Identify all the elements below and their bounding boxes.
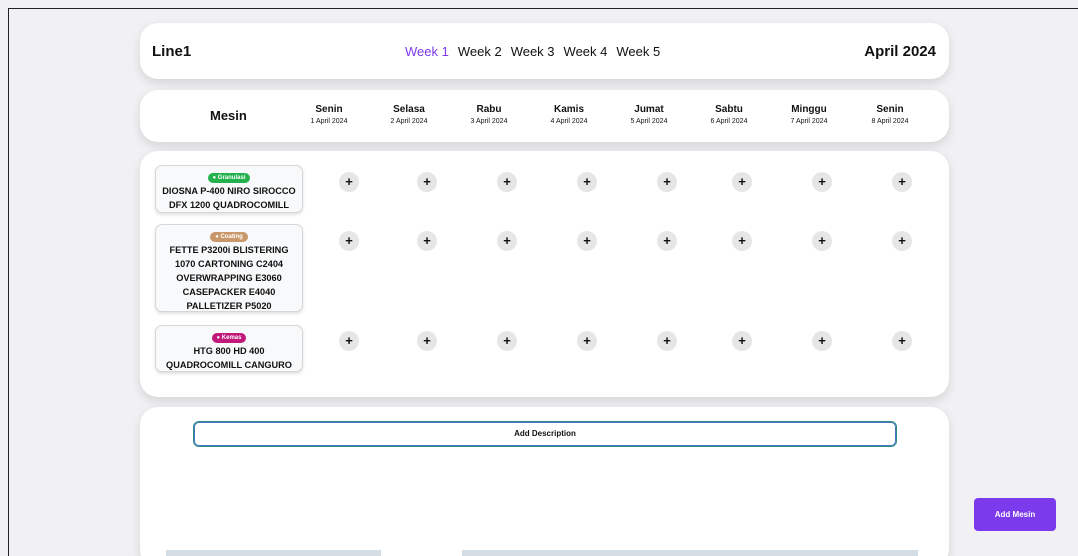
machine-card-coating[interactable]: ● Coating FETTE P3200i BLISTERING 1070 C…: [155, 224, 303, 312]
add-slot-button[interactable]: +: [892, 331, 912, 351]
day-header-2: Selasa 2 April 2024: [369, 104, 449, 125]
add-slot-button[interactable]: +: [497, 231, 517, 251]
day-date: 4 April 2024: [550, 118, 588, 125]
machine-name-line: CASEPACKER E4040: [182, 287, 276, 297]
day-header-8: Senin 8 April 2024: [850, 104, 930, 125]
machine-name-line: FETTE P3200i BLISTERING: [169, 245, 289, 255]
add-slot-button[interactable]: +: [812, 331, 832, 351]
machine-card-kemas[interactable]: ● Kemas HTG 800 HD 400 QUADROCOMILL CANG…: [155, 325, 303, 372]
week-tabs: Week 1 Week 2 Week 3 Week 4 Week 5: [405, 44, 660, 59]
machine-name-line: DFX 1200 QUADROCOMILL: [169, 200, 289, 210]
day-name: Senin: [876, 104, 904, 115]
day-date: 5 April 2024: [630, 118, 668, 125]
add-slot-button[interactable]: +: [577, 231, 597, 251]
machine-name-line: QUADROCOMILL CANGURO: [166, 360, 292, 370]
add-slot-button[interactable]: +: [577, 331, 597, 351]
day-name: Jumat: [634, 104, 664, 115]
category-badge: ● Granulasi: [207, 173, 251, 183]
day-name: Kamis: [553, 104, 584, 115]
add-slot-button[interactable]: +: [417, 172, 437, 192]
day-name: Minggu: [791, 104, 827, 115]
machine-name-line: DIOSNA P-400 NIRO SIROCCO: [162, 186, 296, 196]
day-header-4: Kamis 4 April 2024: [529, 104, 609, 125]
add-slot-button[interactable]: +: [657, 231, 677, 251]
add-slot-button[interactable]: +: [497, 331, 517, 351]
day-name: Senin: [315, 104, 343, 115]
add-slot-button[interactable]: +: [339, 331, 359, 351]
day-date: 1 April 2024: [310, 118, 348, 125]
day-header-3: Rabu 3 April 2024: [449, 104, 529, 125]
add-slot-button[interactable]: +: [577, 172, 597, 192]
add-slot-button[interactable]: +: [732, 172, 752, 192]
add-slot-button[interactable]: +: [339, 231, 359, 251]
description-panel: Add Description: [140, 407, 949, 556]
add-slot-button[interactable]: +: [732, 331, 752, 351]
day-header-1: Senin 1 April 2024: [289, 104, 369, 125]
day-header-row: Mesin Senin 1 April 2024 Selasa 2 April …: [140, 90, 949, 142]
machine-name-line: OVERWRAPPING E3060: [176, 273, 282, 283]
machine-name-line: 1070 CARTONING C2404: [174, 259, 284, 269]
add-slot-button[interactable]: +: [732, 231, 752, 251]
month-title: April 2024: [864, 43, 936, 60]
add-description-button[interactable]: Add Description: [193, 421, 897, 447]
panel-placeholder-left: [166, 550, 381, 556]
tab-week-1[interactable]: Week 1: [405, 44, 449, 59]
add-slot-button[interactable]: +: [497, 172, 517, 192]
day-name: Sabtu: [715, 104, 743, 115]
day-date: 2 April 2024: [390, 118, 428, 125]
machine-name-line: PALLETIZER P5020: [186, 301, 272, 311]
tab-week-4[interactable]: Week 4: [564, 44, 608, 59]
add-slot-button[interactable]: +: [339, 172, 359, 192]
machine-card-granulasi[interactable]: ● Granulasi DIOSNA P-400 NIRO SIROCCO DF…: [155, 165, 303, 213]
day-date: 7 April 2024: [790, 118, 828, 125]
machine-name-line: HTG 800 HD 400: [193, 346, 265, 356]
day-date: 6 April 2024: [710, 118, 748, 125]
day-header-7: Minggu 7 April 2024: [769, 104, 849, 125]
add-slot-button[interactable]: +: [812, 231, 832, 251]
day-header-6: Sabtu 6 April 2024: [689, 104, 769, 125]
add-mesin-button[interactable]: Add Mesin: [974, 498, 1056, 531]
add-slot-button[interactable]: +: [657, 172, 677, 192]
schedule-header: Line1 Week 1 Week 2 Week 3 Week 4 Week 5…: [140, 23, 949, 79]
tab-week-3[interactable]: Week 3: [511, 44, 555, 59]
day-name: Selasa: [393, 104, 425, 115]
add-slot-button[interactable]: +: [657, 331, 677, 351]
category-badge: ● Kemas: [211, 333, 247, 343]
schedule-grid: ● Granulasi DIOSNA P-400 NIRO SIROCCO DF…: [140, 151, 949, 397]
tab-week-2[interactable]: Week 2: [458, 44, 502, 59]
line-title: Line1: [152, 43, 192, 60]
day-header-5: Jumat 5 April 2024: [609, 104, 689, 125]
add-slot-button[interactable]: +: [812, 172, 832, 192]
mesin-column-header: Mesin: [210, 108, 247, 123]
add-slot-button[interactable]: +: [417, 331, 437, 351]
category-badge: ● Coating: [210, 232, 248, 242]
add-slot-button[interactable]: +: [417, 231, 437, 251]
day-date: 3 April 2024: [470, 118, 508, 125]
add-slot-button[interactable]: +: [892, 231, 912, 251]
tab-week-5[interactable]: Week 5: [616, 44, 660, 59]
day-name: Rabu: [476, 104, 502, 115]
add-slot-button[interactable]: +: [892, 172, 912, 192]
panel-placeholder-right: [462, 550, 918, 556]
day-date: 8 April 2024: [871, 118, 909, 125]
